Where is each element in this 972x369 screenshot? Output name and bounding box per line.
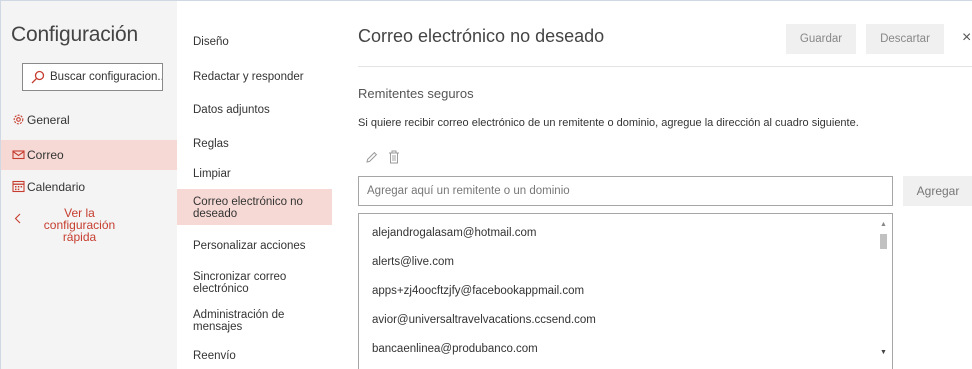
settings-search[interactable] — [22, 63, 163, 91]
safe-senders-description: Si quiere recibir correo electrónico de … — [358, 117, 859, 129]
settings-title: Configuración — [11, 23, 138, 46]
search-icon — [31, 70, 45, 84]
chevron-left-icon — [12, 212, 25, 225]
sidebar-item-label: General — [27, 113, 70, 127]
safe-senders-heading: Remitentes seguros — [358, 86, 474, 101]
scroll-up-icon[interactable]: ▲ — [880, 221, 887, 228]
quick-settings-link[interactable]: Ver la configuración rápida — [1, 203, 177, 243]
nav-item-customize-actions[interactable]: Personalizar acciones — [177, 240, 332, 252]
discard-button[interactable]: Descartar — [866, 24, 944, 54]
settings-sidebar: Configuración General Correo Calendario — [1, 1, 177, 369]
header-divider — [358, 66, 972, 67]
sidebar-item-label: Correo — [27, 148, 64, 162]
mail-icon — [12, 148, 25, 161]
scroll-thumb[interactable] — [880, 234, 887, 249]
sidebar-item-calendar[interactable]: Calendario — [1, 172, 177, 202]
sidebar-item-general[interactable]: General — [1, 105, 177, 135]
quick-settings-label: Ver la configuración rápida — [43, 206, 116, 244]
nav-item-rules[interactable]: Reglas — [177, 138, 332, 150]
nav-item-message-handling[interactable]: Administración de mensajes — [177, 309, 332, 333]
gear-icon — [12, 113, 25, 126]
settings-window: Configuración General Correo Calendario — [0, 0, 972, 369]
delete-trash-icon[interactable] — [388, 150, 400, 164]
list-item[interactable]: alejandrogalasam@hotmail.com — [359, 218, 877, 247]
safe-senders-list[interactable]: alejandrogalasam@hotmail.com alerts@live… — [358, 213, 893, 369]
nav-item-sync-email[interactable]: Sincronizar correo electrónico — [177, 271, 332, 295]
save-button[interactable]: Guardar — [786, 24, 856, 54]
list-scrollbar[interactable]: ▲ ▼ — [875, 214, 892, 369]
sidebar-item-mail[interactable]: Correo — [1, 140, 177, 170]
calendar-icon — [12, 180, 25, 193]
nav-item-compose-reply[interactable]: Redactar y responder — [177, 71, 332, 83]
list-item[interactable]: bancaenlinea@produbanco.com — [359, 334, 877, 363]
add-sender-button[interactable]: Agregar — [903, 176, 972, 206]
nav-item-sweep[interactable]: Limpiar — [177, 168, 332, 180]
edit-pencil-icon[interactable] — [365, 151, 378, 164]
list-item[interactable]: alerts@live.com — [359, 247, 877, 276]
search-input[interactable] — [50, 71, 162, 83]
sidebar-item-label: Calendario — [27, 180, 86, 194]
nav-item-forwarding[interactable]: Reenvío — [177, 350, 332, 362]
junk-email-panel: Correo electrónico no deseado Guardar De… — [332, 1, 972, 369]
add-sender-input[interactable] — [358, 176, 893, 206]
scroll-down-icon[interactable]: ▼ — [880, 349, 887, 356]
page-title: Correo electrónico no deseado — [358, 26, 605, 46]
nav-item-junk-email[interactable]: Correo electrónico no deseado — [177, 189, 332, 225]
list-item[interactable]: avior@universaltravelvacations.ccsend.co… — [359, 305, 877, 334]
close-icon[interactable]: × — [962, 29, 971, 47]
mail-settings-nav: Diseño Redactar y responder Datos adjunt… — [177, 1, 332, 369]
list-item[interactable]: apps+zj4oocftzjfy@facebookappmail.com — [359, 276, 877, 305]
nav-item-attachments[interactable]: Datos adjuntos — [177, 104, 332, 116]
nav-item-layout[interactable]: Diseño — [177, 36, 332, 48]
